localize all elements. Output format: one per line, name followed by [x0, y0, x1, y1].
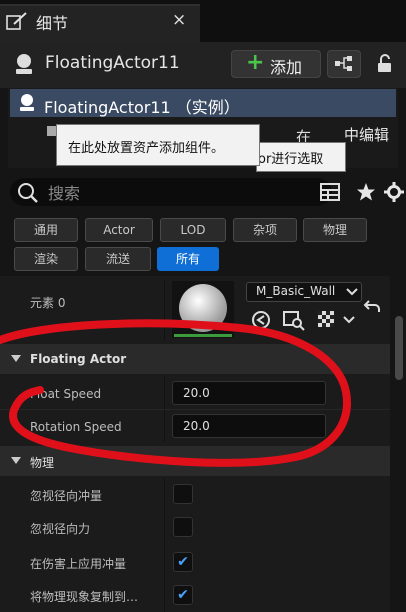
tree-selected-label: FloatingActor11 （实例） [44, 98, 240, 117]
rotation-speed-field[interactable]: 20.0 [172, 414, 326, 438]
filter-rendering[interactable]: 渲染 [14, 247, 78, 271]
chevron-down-icon [11, 457, 21, 464]
details-icon [6, 12, 27, 30]
column-divider [164, 280, 165, 340]
ignore-radial-impulse-checkbox[interactable] [173, 484, 193, 504]
filter-actor[interactable]: Actor [85, 218, 153, 242]
details-tab[interactable] [0, 4, 200, 44]
float-speed-field[interactable]: 20.0 [172, 381, 326, 405]
ignore-radial-force-label: 忽视径向力 [30, 522, 91, 536]
ignore-radial-impulse-label: 忽视径向冲量 [30, 489, 103, 503]
star-icon[interactable] [356, 182, 376, 202]
section-header-physics[interactable] [0, 446, 390, 476]
reset-arrow-icon[interactable] [363, 298, 381, 314]
tree-row2-label: 中编辑 [344, 126, 390, 144]
lock-icon[interactable] [375, 54, 395, 74]
apply-impulse-on-damage-label: 在伤害上应用冲量 [30, 557, 127, 571]
filter-all[interactable]: 所有 [157, 247, 219, 271]
float-speed-label: Float Speed [30, 387, 102, 401]
filter-misc[interactable]: 杂项 [233, 218, 297, 242]
close-tab-button[interactable]: × [172, 10, 186, 30]
blueprint-icon [335, 56, 352, 71]
floating-actor-title: Floating Actor [30, 352, 127, 366]
actor-name: FloatingActor11 [45, 53, 180, 73]
filter-lod[interactable]: LOD [160, 218, 226, 242]
ignore-radial-force-checkbox[interactable] [173, 517, 193, 537]
table-view-icon[interactable] [320, 183, 340, 201]
rotation-speed-label: Rotation Speed [30, 420, 122, 434]
filter-general[interactable]: 通用 [14, 218, 78, 242]
apply-impulse-on-damage-checkbox[interactable]: ✔ [173, 552, 193, 572]
actor-instance-icon [20, 94, 34, 111]
plus-icon: + [246, 50, 265, 75]
row-divider [0, 409, 390, 410]
scrollbar-thumb[interactable] [395, 316, 403, 380]
replicate-physics-checkbox[interactable]: ✔ [173, 585, 193, 605]
element-label: 元素 0 [30, 296, 66, 310]
sphere-preview-icon [174, 284, 232, 337]
add-component-label: 添加 [270, 58, 303, 77]
chevron-down-icon[interactable] [343, 315, 355, 325]
material-name: M_Basic_Wall [256, 284, 336, 298]
search-icon [18, 183, 38, 203]
actor-icon [16, 54, 32, 74]
replicate-physics-label: 将物理现象复制到… [30, 590, 139, 604]
search-input[interactable] [46, 180, 310, 206]
use-selected-icon[interactable] [250, 309, 272, 331]
tab-title: 细节 [36, 14, 69, 33]
physics-title: 物理 [30, 456, 55, 470]
checker-icon[interactable] [318, 311, 334, 327]
tooltip-add-component-text: 在此处放置资产添加组件。 [68, 141, 225, 156]
column-divider [164, 478, 165, 612]
chevron-down-icon [11, 355, 21, 362]
filter-streaming[interactable]: 流送 [85, 247, 151, 271]
gear-icon[interactable] [384, 182, 404, 202]
browse-icon[interactable] [282, 308, 306, 332]
chevron-down-icon [346, 288, 358, 296]
tooltip-secondary-text: or进行选取 [258, 152, 324, 167]
filter-physics[interactable]: 物理 [303, 218, 367, 242]
